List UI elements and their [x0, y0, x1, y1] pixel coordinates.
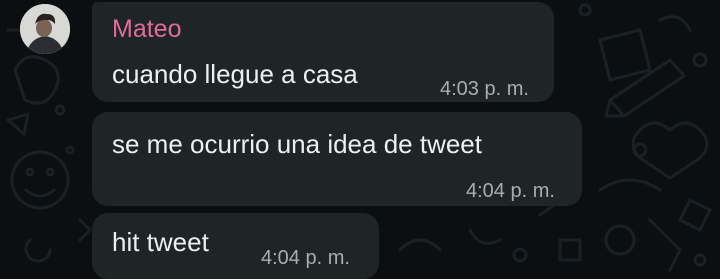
- message-timestamp: 4:04 p. m.: [466, 180, 555, 202]
- message-timestamp: 4:03 p. m.: [440, 78, 529, 100]
- message-timestamp: 4:04 p. m.: [261, 247, 350, 269]
- message-text: cuando llegue a casa: [112, 59, 358, 89]
- person-avatar-icon: [20, 4, 70, 54]
- message-text: hit tweet: [112, 227, 209, 257]
- message-text: se me ocurrio una idea de tweet: [112, 129, 482, 159]
- avatar[interactable]: [20, 4, 70, 54]
- sender-name[interactable]: Mateo: [112, 14, 181, 44]
